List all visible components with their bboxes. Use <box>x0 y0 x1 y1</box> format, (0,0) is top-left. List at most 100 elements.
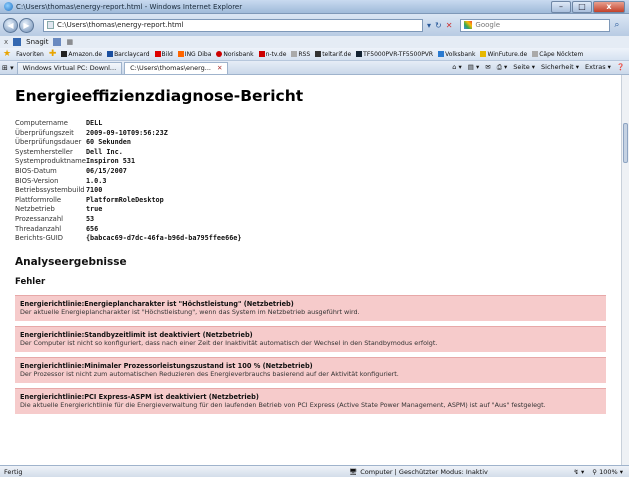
mail-icon[interactable]: ✉ <box>485 63 490 72</box>
favorite-link[interactable]: TF5000PVR-TF5500PVR <box>356 50 433 58</box>
favorite-link[interactable]: Bild <box>154 50 173 58</box>
add-favorite-icon[interactable]: ✚ <box>49 49 57 59</box>
command-bar: ⌂ ▾ ▤ ▾ ✉ ⎙ ▾ Seite ▾ Sicherheit ▾ Extra… <box>452 63 629 72</box>
status-text: Fertig <box>4 467 23 476</box>
zoom-control[interactable]: ⚲ 100% ▾ <box>592 468 623 476</box>
info-key: Systemproduktname <box>15 157 86 166</box>
finding-title: Energierichtlinie:PCI Express-ASPM ist d… <box>20 392 259 401</box>
favorite-link[interactable]: teltarif.de <box>315 50 351 58</box>
favorites-button[interactable]: Favoriten <box>16 51 44 58</box>
tab-virtual-pc[interactable]: Windows Virtual PC: Downl... <box>16 61 123 74</box>
toolbar-close-icon[interactable]: x <box>4 38 8 46</box>
window-title: C:\Users\thomas\energy-report.html - Win… <box>16 2 243 11</box>
info-key: BIOS-Datum <box>15 166 57 175</box>
favorite-link[interactable]: Volksbank <box>438 50 475 58</box>
scrollbar-thumb[interactable] <box>623 123 628 163</box>
info-row: BIOS-Datum 06/15/2007 <box>15 167 241 177</box>
search-icon[interactable]: ⌕ <box>614 20 619 30</box>
info-value: PlatformRoleDesktop <box>85 195 164 204</box>
analysis-heading: Analyseergebnisse <box>15 255 127 268</box>
findings-list: Energierichtlinie:Energieplancharakter i… <box>15 294 621 414</box>
info-value: 2009-09-10T09:56:23Z <box>85 128 168 137</box>
tab-row: ⊞ ▾ Windows Virtual PC: Downl... C:\User… <box>0 61 629 75</box>
snagit-toolbar: x Snagit ▦ <box>0 36 629 48</box>
info-value: 06/15/2007 <box>85 166 127 175</box>
help-icon[interactable]: ❓ <box>617 63 625 72</box>
tab-list-icon[interactable]: ⊞ ▾ <box>2 64 14 72</box>
home-icon[interactable]: ⌂ ▾ <box>452 63 461 72</box>
info-key: Berichts-GUID <box>15 234 63 243</box>
protected-mode-icon[interactable]: ↯ ▾ <box>573 468 584 476</box>
info-row: Threadanzahl 656 <box>15 225 241 235</box>
finding-description: Die aktuelle Energierichtlinie für die E… <box>20 401 546 410</box>
forward-button[interactable]: ▶ <box>19 17 34 33</box>
info-key: Betriebssystembuild <box>15 186 85 195</box>
security-zone[interactable]: Computer | Geschützter Modus: Inaktiv <box>360 468 488 476</box>
info-key: BIOS-Version <box>15 176 59 185</box>
finding-description: Der Computer ist nicht so konfiguriert, … <box>20 339 438 348</box>
finding-description: Der aktuelle Energieplancharakter ist "H… <box>20 308 360 317</box>
info-value: {babcac69-d7dc-46fa-b96d-ba795ffee66e} <box>85 234 242 243</box>
info-row: Überprüfungszeit 2009-09-10T09:56:23Z <box>15 129 241 139</box>
vertical-scrollbar[interactable] <box>621 75 629 465</box>
info-value: 1.0.3 <box>85 176 107 185</box>
finding-description: Der Prozessor ist nicht zum automatische… <box>20 370 399 379</box>
info-key: Systemhersteller <box>15 147 73 156</box>
refresh-icon[interactable]: ↻ <box>435 21 442 30</box>
info-value: DELL <box>85 119 103 127</box>
favorite-link[interactable]: Cäpe Nöcktem <box>532 50 583 58</box>
favorite-link[interactable]: ING Diba <box>177 50 211 58</box>
address-url: C:\Users\thomas\energy-report.html <box>57 21 184 29</box>
safety-menu[interactable]: Sicherheit ▾ <box>541 63 579 72</box>
page-menu[interactable]: Seite ▾ <box>513 63 535 72</box>
minimize-button[interactable]: – <box>551 1 571 13</box>
favorites-bar: ★ Favoriten ✚ Amazon.de Barclaycard Bild… <box>0 48 629 61</box>
computer-zone-icon: 🖥 <box>349 467 358 476</box>
finding-title: Energierichtlinie:Minimaler Prozessorlei… <box>20 361 313 370</box>
info-row: Plattformrolle PlatformRoleDesktop <box>15 196 241 206</box>
snagit-button[interactable]: Snagit <box>26 38 48 46</box>
favorite-link[interactable]: Amazon.de <box>61 50 102 58</box>
snagit-capture-icon[interactable] <box>53 38 62 46</box>
tab-close-icon[interactable]: ✕ <box>217 64 222 72</box>
back-button[interactable]: ◀ <box>3 17 18 33</box>
info-key: Threadanzahl <box>15 224 62 233</box>
info-value: 656 <box>85 224 99 233</box>
info-row: Berichts-GUID {babcac69-d7dc-46fa-b96d-ba… <box>15 234 241 244</box>
info-value: 60 Sekunden <box>85 138 131 147</box>
search-placeholder: Google <box>475 21 501 29</box>
window-titlebar: C:\Users\thomas\energy-report.html - Win… <box>0 0 629 14</box>
info-value: 7100 <box>85 186 103 195</box>
dropdown-icon[interactable]: ▾ <box>427 21 431 30</box>
extras-menu[interactable]: Extras ▾ <box>585 63 611 72</box>
favorite-link[interactable]: WinFuture.de <box>480 50 527 58</box>
ie-icon <box>4 2 13 11</box>
info-value: true <box>85 205 103 214</box>
info-row: Netzbetrieb true <box>15 205 241 215</box>
snagit-icon <box>13 38 22 46</box>
search-input[interactable]: Google <box>460 18 611 32</box>
info-row: Computername DELL <box>15 119 241 129</box>
page-content: Energieeffizienzdiagnose-Bericht Compute… <box>0 75 621 465</box>
address-bar[interactable]: C:\Users\thomas\energy-report.html <box>43 18 423 32</box>
tab-energy-report[interactable]: C:\Users\thomas\energ... ✕ <box>124 61 229 74</box>
google-icon <box>464 21 473 29</box>
favorite-link[interactable]: n-tv.de <box>258 50 286 58</box>
favorite-link[interactable]: Norisbank <box>216 50 254 58</box>
finding-title: Energierichtlinie:Energieplancharakter i… <box>20 299 294 308</box>
maximize-button[interactable]: □ <box>572 1 592 13</box>
close-button[interactable]: x <box>593 1 625 13</box>
favorite-link[interactable]: Barclaycard <box>107 50 150 58</box>
print-icon[interactable]: ⎙ ▾ <box>497 63 508 72</box>
errors-heading: Fehler <box>15 276 46 287</box>
finding-item: Energierichtlinie:PCI Express-ASPM ist d… <box>15 387 606 414</box>
info-row: Betriebssystembuild 7100 <box>15 186 241 196</box>
favorite-link[interactable]: RSS <box>291 50 310 58</box>
snagit-open-icon[interactable]: ▦ <box>66 38 73 46</box>
stop-icon[interactable]: ✕ <box>446 21 453 30</box>
info-key: Plattformrolle <box>15 195 62 204</box>
address-row: ◀ ▶ C:\Users\thomas\energy-report.html ▾… <box>0 14 629 36</box>
feeds-icon[interactable]: ▤ ▾ <box>468 63 479 72</box>
favorites-star-icon[interactable]: ★ <box>3 49 11 59</box>
finding-title: Energierichtlinie:Standbyzeitlimit ist d… <box>20 330 253 339</box>
